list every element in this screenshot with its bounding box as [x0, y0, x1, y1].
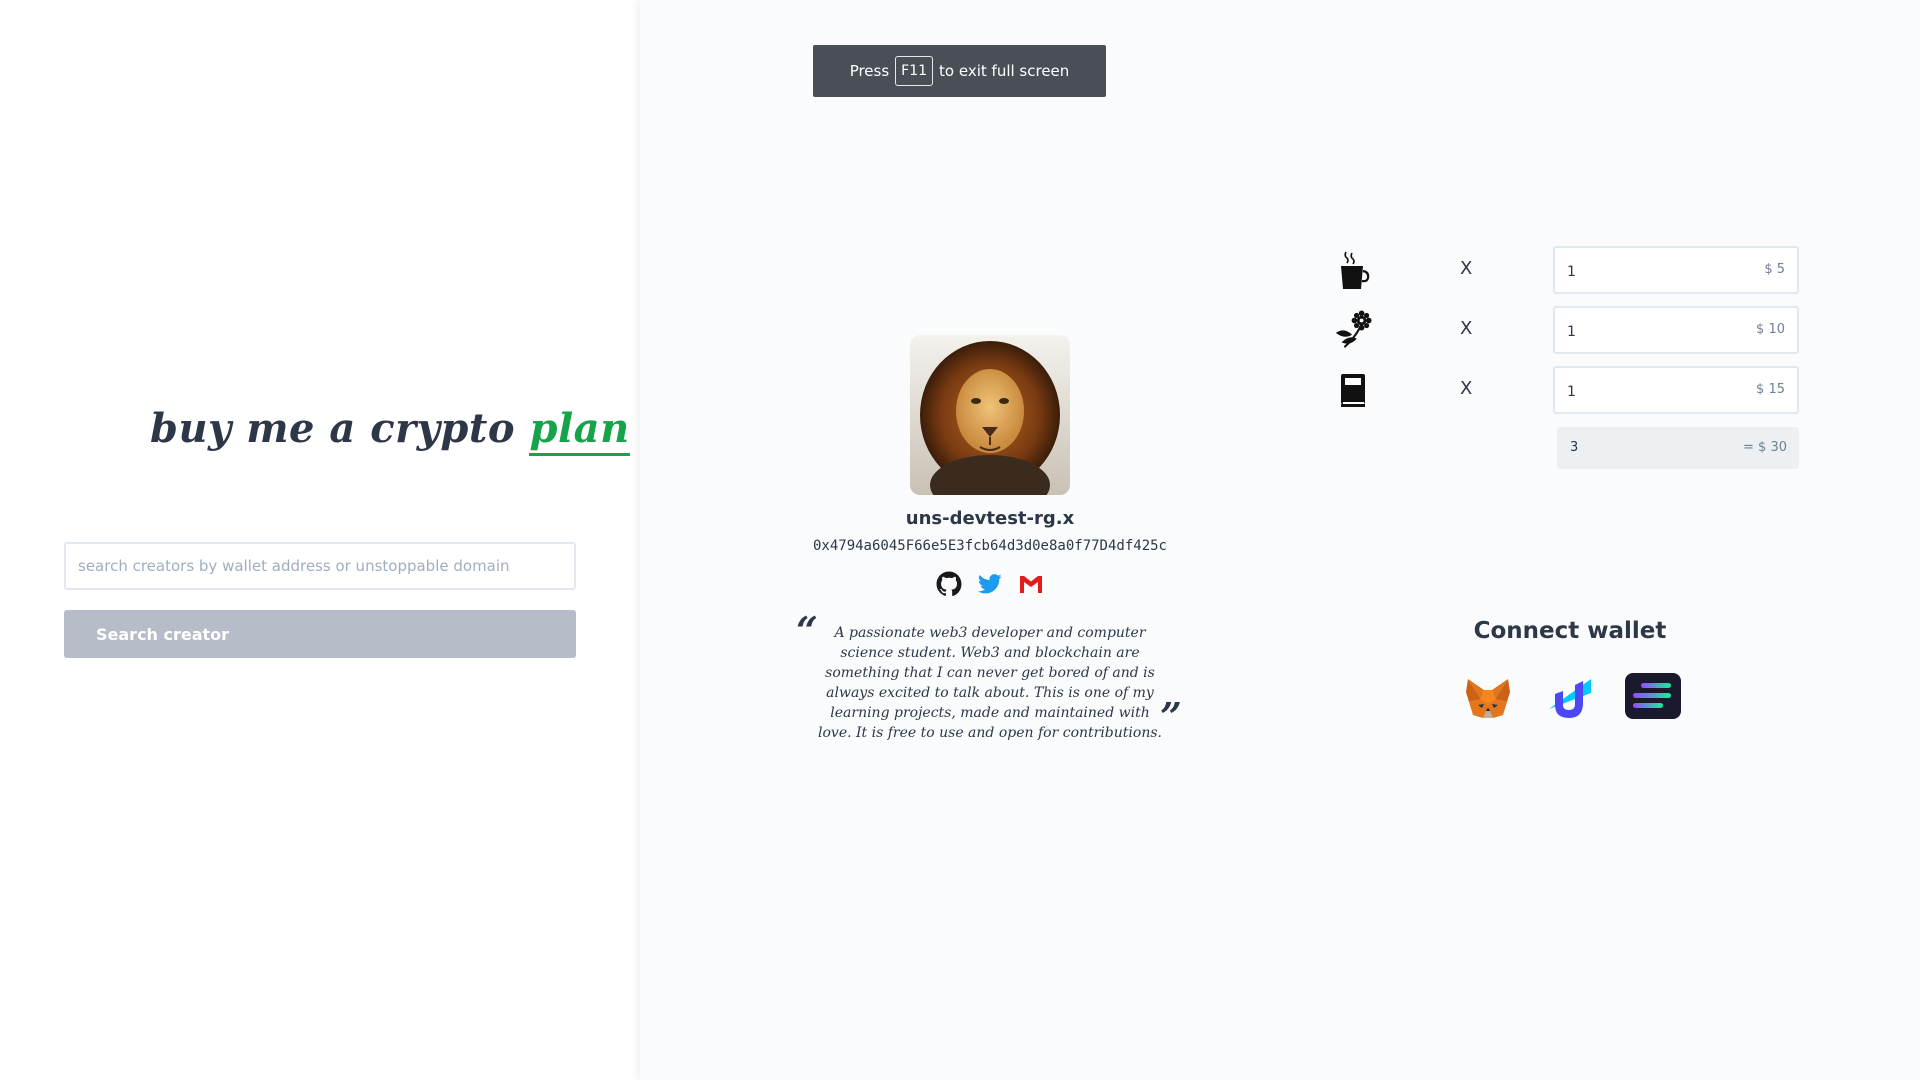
connect-wallet-title: Connect wallet — [1473, 618, 1667, 644]
product-row-plant: X $ 10 — [1333, 306, 1803, 354]
plant-price: $ 10 — [1756, 322, 1785, 337]
product-row-book: X $ 15 — [1333, 366, 1803, 414]
toast-key: F11 — [895, 56, 934, 86]
multiply-sign: X — [1460, 378, 1473, 399]
logo-text: buy me a crypto — [150, 405, 530, 452]
search-creator-button[interactable]: Search creator — [64, 610, 576, 658]
book-price: $ 15 — [1756, 382, 1785, 397]
plant-quantity-input[interactable] — [1567, 320, 1707, 344]
toast-text-after: to exit full screen — [939, 62, 1070, 80]
coffee-icon — [1333, 250, 1373, 290]
book-quantity-input[interactable] — [1567, 380, 1707, 404]
total-price: = $ 30 — [1743, 440, 1787, 455]
multiply-sign: X — [1460, 318, 1473, 339]
gmail-icon[interactable] — [1018, 570, 1045, 598]
plant-quantity-field[interactable]: $ 10 — [1553, 306, 1799, 354]
plant-icon — [1333, 310, 1373, 350]
search-panel: buy me a crypto plan Search creator — [0, 0, 640, 1080]
lion-avatar-image — [910, 335, 1070, 495]
product-row-coffee: X $ 5 — [1333, 246, 1803, 294]
app-logo: buy me a crypto plan — [150, 405, 630, 456]
logo-accent-text: plan — [529, 405, 630, 456]
coffee-quantity-field[interactable]: $ 5 — [1553, 246, 1799, 294]
book-quantity-field[interactable]: $ 15 — [1553, 366, 1799, 414]
solana-icon[interactable] — [1625, 673, 1681, 723]
metamask-icon[interactable] — [1463, 673, 1513, 723]
creator-wallet-address: 0x4794a6045F66e5E3fcb64d3d0e8a0f77D4df42… — [812, 538, 1167, 554]
coffee-price: $ 5 — [1764, 262, 1785, 277]
creator-bio: A passionate web3 developer and computer… — [818, 625, 1162, 741]
coffee-quantity-input[interactable] — [1567, 260, 1707, 284]
toast-text-before: Press — [849, 62, 890, 80]
twitter-icon[interactable] — [976, 570, 1003, 598]
search-input[interactable] — [64, 542, 576, 590]
total-quantity: 3 — [1570, 440, 1579, 455]
wallet-options — [1463, 673, 1681, 723]
github-icon[interactable] — [935, 570, 962, 598]
close-quote-icon: ” — [1160, 694, 1182, 739]
fullscreen-toast: Press F11 to exit full screen — [813, 45, 1106, 97]
creator-name: uns-devtest-rg.x — [905, 508, 1075, 529]
order-total: 3 = $ 30 — [1557, 427, 1799, 469]
unstoppable-domains-icon[interactable] — [1545, 673, 1595, 723]
book-icon — [1333, 370, 1373, 410]
social-links — [935, 569, 1045, 599]
multiply-sign: X — [1460, 258, 1473, 279]
open-quote-icon: “ — [796, 608, 818, 653]
creator-avatar — [910, 335, 1070, 495]
